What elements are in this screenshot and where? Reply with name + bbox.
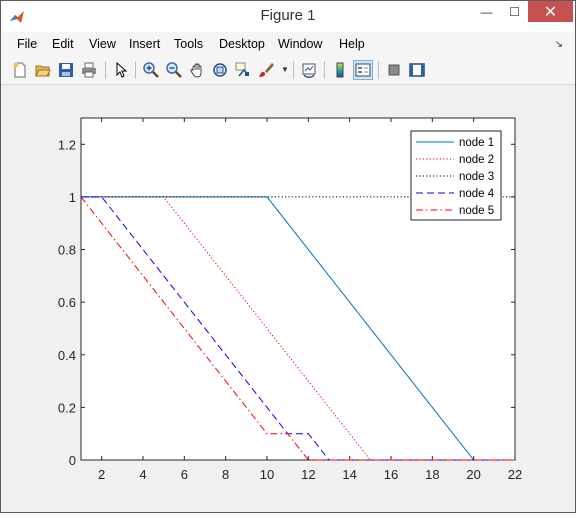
legend-label: node 5	[459, 205, 494, 217]
line-chart[interactable]: 2 4 6 8 10 12 14 16 18 20 22 0 0.2 0.4 0.6 0.8 1 1.2 node…	[1, 85, 575, 512]
figure-canvas: 2 4 6 8 10 12 14 16 18 20 22 0 0.2 0.4 0.6 0.8 1 1.2 node…	[1, 85, 575, 512]
menu-bar: File Edit View Insert Tools Desktop Wind…	[1, 32, 575, 57]
menu-file[interactable]: File	[17, 37, 37, 51]
close-button[interactable]: ✕	[528, 1, 573, 22]
pan-icon[interactable]	[187, 60, 207, 80]
menu-insert[interactable]: Insert	[129, 37, 160, 51]
menu-view[interactable]: View	[89, 37, 116, 51]
open-file-icon[interactable]	[33, 60, 53, 80]
print-icon[interactable]	[79, 60, 99, 80]
menu-window[interactable]: Window	[278, 37, 322, 51]
figure-window: Figure 1 — ☐ ✕ File Edit View Insert Too…	[0, 0, 576, 513]
x-tick-label: 10	[260, 467, 274, 482]
legend[interactable]: node 1 node 2 node 3 node 4 node 5	[410, 130, 502, 221]
zoom-in-icon[interactable]	[141, 60, 161, 80]
x-tick-label: 6	[181, 467, 188, 482]
new-figure-icon[interactable]	[10, 60, 30, 80]
dock-arrow-icon[interactable]: ↘	[555, 39, 563, 50]
x-tick-label: 4	[139, 467, 146, 482]
y-tick-label: 0.6	[58, 295, 76, 310]
y-tick-label: 0	[69, 453, 76, 468]
x-tick-label: 14	[342, 467, 356, 482]
show-plot-tools-icon[interactable]	[407, 60, 427, 80]
legend-icon[interactable]	[353, 60, 373, 80]
brush-dropdown-icon[interactable]: ▼	[281, 65, 289, 74]
edit-plot-icon[interactable]	[111, 60, 131, 80]
title-bar[interactable]: Figure 1 — ☐ ✕	[1, 1, 575, 32]
y-tick-label: 0.2	[58, 400, 76, 415]
maximize-button[interactable]: ☐	[501, 1, 528, 22]
save-icon[interactable]	[56, 60, 76, 80]
menu-tools[interactable]: Tools	[174, 37, 203, 51]
y-tick-label: 0.8	[58, 243, 76, 258]
legend-label: node 2	[459, 154, 494, 166]
x-tick-label: 16	[384, 467, 398, 482]
x-tick-label: 18	[425, 467, 439, 482]
x-tick-label: 22	[508, 467, 522, 482]
y-tick-label: 1	[69, 190, 76, 205]
figure-toolbar: ▼	[1, 57, 575, 85]
hide-plot-tools-icon[interactable]	[384, 60, 404, 80]
menu-edit[interactable]: Edit	[52, 37, 74, 51]
x-tick-label: 2	[98, 467, 105, 482]
y-tick-label: 0.4	[58, 348, 76, 363]
legend-label: node 1	[459, 137, 494, 149]
legend-label: node 4	[459, 188, 495, 200]
menu-desktop[interactable]: Desktop	[219, 37, 265, 51]
brush-icon[interactable]	[256, 60, 276, 80]
minimize-button[interactable]: —	[473, 1, 500, 22]
x-tick-label: 8	[222, 467, 229, 482]
x-tick-label: 12	[301, 467, 315, 482]
x-tick-label: 20	[466, 467, 480, 482]
rotate-3d-icon[interactable]	[210, 60, 230, 80]
zoom-out-icon[interactable]	[164, 60, 184, 80]
legend-label: node 3	[459, 171, 494, 183]
menu-help[interactable]: Help	[339, 37, 365, 51]
y-tick-label: 1.2	[58, 137, 76, 152]
colorbar-icon[interactable]	[330, 60, 350, 80]
data-cursor-icon[interactable]	[233, 60, 253, 80]
link-plot-icon[interactable]	[299, 60, 319, 80]
